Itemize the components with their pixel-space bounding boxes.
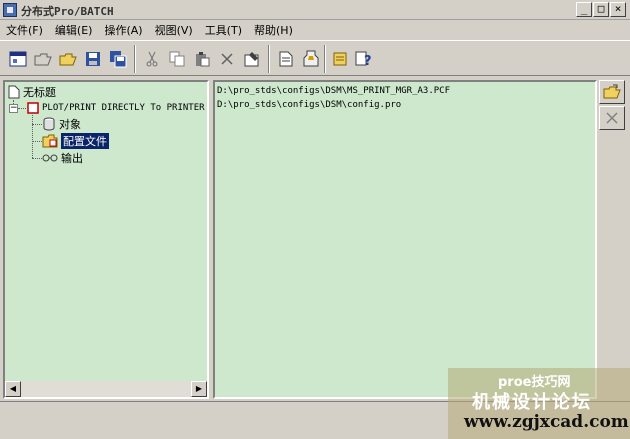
- copy-icon: [169, 51, 185, 67]
- minimize-button[interactable]: _: [576, 2, 592, 17]
- save-all-icon: [110, 51, 127, 68]
- tree-line: [32, 124, 42, 125]
- config-file-list[interactable]: D:\pro_stds\configs\DSM\MS_PRINT_MGR_A3.…: [213, 80, 597, 399]
- delete-icon: [221, 53, 233, 65]
- file-list-item[interactable]: D:\pro_stds\configs\DSM\MS_PRINT_MGR_A3.…: [217, 84, 593, 98]
- run-icon: [303, 50, 319, 67]
- menu-file[interactable]: 文件(F): [6, 22, 43, 38]
- tree-item-objects[interactable]: 对象: [42, 116, 81, 132]
- tree-line: [18, 108, 26, 109]
- add-file-button[interactable]: [599, 80, 625, 104]
- paste-button[interactable]: [190, 47, 214, 71]
- toolbar-separator: [134, 45, 136, 73]
- title-bar: 分布式Pro/BATCH _ □ ×: [0, 0, 630, 20]
- tree-item-config[interactable]: 配置文件: [42, 133, 109, 149]
- tree-horizontal-scrollbar[interactable]: ◀ ▶: [5, 381, 207, 397]
- app-icon: [3, 3, 17, 17]
- open-button[interactable]: [31, 47, 55, 71]
- document-button[interactable]: [274, 47, 298, 71]
- menu-edit[interactable]: 编辑(E): [55, 22, 93, 38]
- cylinder-icon: [43, 117, 55, 131]
- new-job-button[interactable]: [6, 47, 30, 71]
- tree-line: [32, 112, 33, 158]
- tree-label-root: 无标题: [23, 86, 56, 99]
- tree-label-job: PLOT/PRINT DIRECTLY To PRINTER: [42, 103, 205, 113]
- tree-label-output: 输出: [61, 152, 83, 165]
- remove-file-button[interactable]: [599, 106, 625, 130]
- tree-item-job[interactable]: PLOT/PRINT DIRECTLY To PRINTER: [27, 100, 205, 116]
- watermark: proe技巧网 机械设计论坛 www.zgjxcad.com: [448, 368, 630, 439]
- collapse-toggle[interactable]: −: [9, 104, 18, 113]
- tree-line: [32, 158, 42, 159]
- close-button[interactable]: ×: [610, 2, 626, 17]
- notes-button[interactable]: [328, 47, 352, 71]
- document-icon: [8, 85, 20, 99]
- window-icon: [9, 51, 27, 67]
- watermark-forum: 机械设计论坛: [472, 392, 592, 413]
- job-icon: [27, 102, 39, 114]
- save-button[interactable]: [81, 47, 105, 71]
- toolbar-separator: [324, 45, 326, 73]
- toolbar: ?: [0, 40, 630, 76]
- cut-button[interactable]: [140, 47, 164, 71]
- tree-line: [32, 141, 42, 142]
- scroll-right-arrow-icon[interactable]: ▶: [191, 381, 207, 397]
- tree-label-objects: 对象: [59, 118, 81, 131]
- save-icon: [86, 52, 100, 66]
- scissors-icon: [146, 51, 158, 67]
- scroll-left-arrow-icon[interactable]: ◀: [5, 381, 21, 397]
- glasses-icon: [42, 154, 58, 162]
- properties-button[interactable]: [240, 47, 264, 71]
- paste-icon: [196, 52, 210, 67]
- toolbar-separator: [268, 45, 270, 73]
- menu-help[interactable]: 帮助(H): [254, 22, 293, 38]
- run-button[interactable]: [299, 47, 323, 71]
- save-all-button[interactable]: [106, 47, 130, 71]
- open-folder-icon: [603, 84, 621, 99]
- config-folder-icon: [42, 134, 58, 148]
- svg-text:?: ?: [364, 54, 372, 68]
- open-folder-button[interactable]: [56, 47, 80, 71]
- help-button[interactable]: ?: [352, 47, 376, 71]
- tree-item-output[interactable]: 输出: [42, 150, 83, 166]
- tree-label-config: 配置文件: [61, 133, 109, 149]
- file-list-item[interactable]: D:\pro_stds\configs\DSM\config.pro: [217, 98, 593, 112]
- menu-operation[interactable]: 操作(A): [104, 22, 142, 38]
- open-folder-icon: [34, 53, 52, 66]
- job-tree-panel[interactable]: 无标题 − PLOT/PRINT DIRECTLY To PRINTER 对象 …: [3, 80, 209, 399]
- folder-icon: [59, 53, 77, 66]
- menu-bar: 文件(F) 编辑(E) 操作(A) 视图(V) 工具(T) 帮助(H): [0, 20, 630, 40]
- delete-button[interactable]: [215, 47, 239, 71]
- delete-icon: [606, 112, 618, 124]
- window-controls: _ □ ×: [576, 2, 626, 17]
- menu-view[interactable]: 视图(V): [155, 22, 193, 38]
- properties-icon: [244, 52, 259, 67]
- help-icon: ?: [355, 51, 372, 68]
- tree-item-root[interactable]: 无标题: [8, 84, 56, 100]
- notes-icon: [333, 52, 347, 66]
- menu-tools[interactable]: 工具(T): [205, 22, 242, 38]
- document-icon: [279, 51, 293, 67]
- window-title: 分布式Pro/BATCH: [21, 5, 114, 18]
- copy-button[interactable]: [165, 47, 189, 71]
- maximize-button[interactable]: □: [593, 2, 609, 17]
- watermark-url: www.zgjxcad.com: [464, 412, 629, 432]
